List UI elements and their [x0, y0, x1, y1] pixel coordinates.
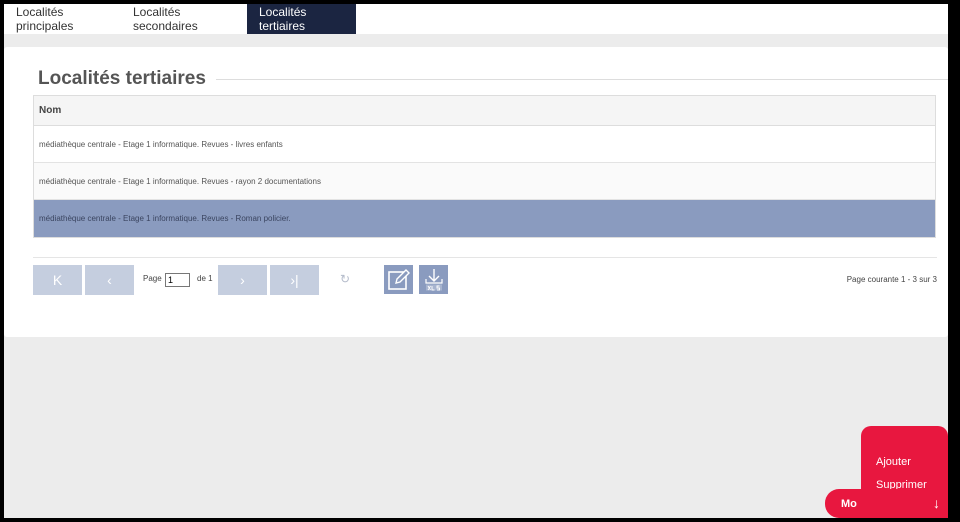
tab-localites-secondaires[interactable]: Localités secondaires — [121, 4, 247, 34]
pager-divider — [33, 257, 937, 258]
app-frame: Localités principales Localités secondai… — [4, 4, 948, 518]
pagination-info: Page courante 1 - 3 sur 3 — [846, 275, 937, 284]
refresh-icon[interactable]: ↻ — [340, 272, 350, 286]
pagination-toolbar: K ‹ Page de 1 › ›| ↻ — [33, 265, 937, 295]
edit-icon — [387, 268, 410, 290]
content-panel: Localités tertiaires Nom médiathèque cen… — [4, 47, 948, 337]
modify-action-button[interactable]: Mo ↓ — [825, 489, 948, 518]
last-page-button[interactable]: ›| — [270, 265, 319, 295]
next-page-button[interactable]: › — [218, 265, 267, 295]
add-menu-item[interactable]: Ajouter — [876, 456, 911, 468]
title-divider — [215, 78, 948, 80]
table-row[interactable]: médiathèque centrale - Etage 1 informati… — [34, 126, 935, 163]
action-button-label: Mo — [841, 497, 857, 510]
tab-localites-principales[interactable]: Localités principales — [4, 4, 121, 34]
first-page-button[interactable]: K — [33, 265, 82, 295]
page-count-label: de 1 — [197, 274, 213, 283]
page-title: Localités tertiaires — [38, 68, 206, 89]
export-xls-button[interactable] — [419, 265, 448, 294]
data-grid: Nom médiathèque centrale - Etage 1 infor… — [33, 95, 936, 238]
page-label: Page — [143, 274, 162, 283]
tab-localites-tertiaires[interactable]: Localités tertiaires — [247, 4, 356, 34]
arrow-down-icon: ↓ — [933, 495, 940, 511]
column-header-nom[interactable]: Nom — [34, 96, 935, 126]
edit-button[interactable] — [384, 265, 413, 294]
title-row: Localités tertiaires — [38, 67, 948, 91]
download-xls-icon — [424, 268, 443, 290]
table-row-selected[interactable]: médiathèque centrale - Etage 1 informati… — [34, 200, 935, 237]
table-row[interactable]: médiathèque centrale - Etage 1 informati… — [34, 163, 935, 200]
prev-page-button[interactable]: ‹ — [85, 265, 134, 295]
page-number-input[interactable] — [165, 273, 190, 287]
tab-bar: Localités principales Localités secondai… — [4, 4, 948, 34]
